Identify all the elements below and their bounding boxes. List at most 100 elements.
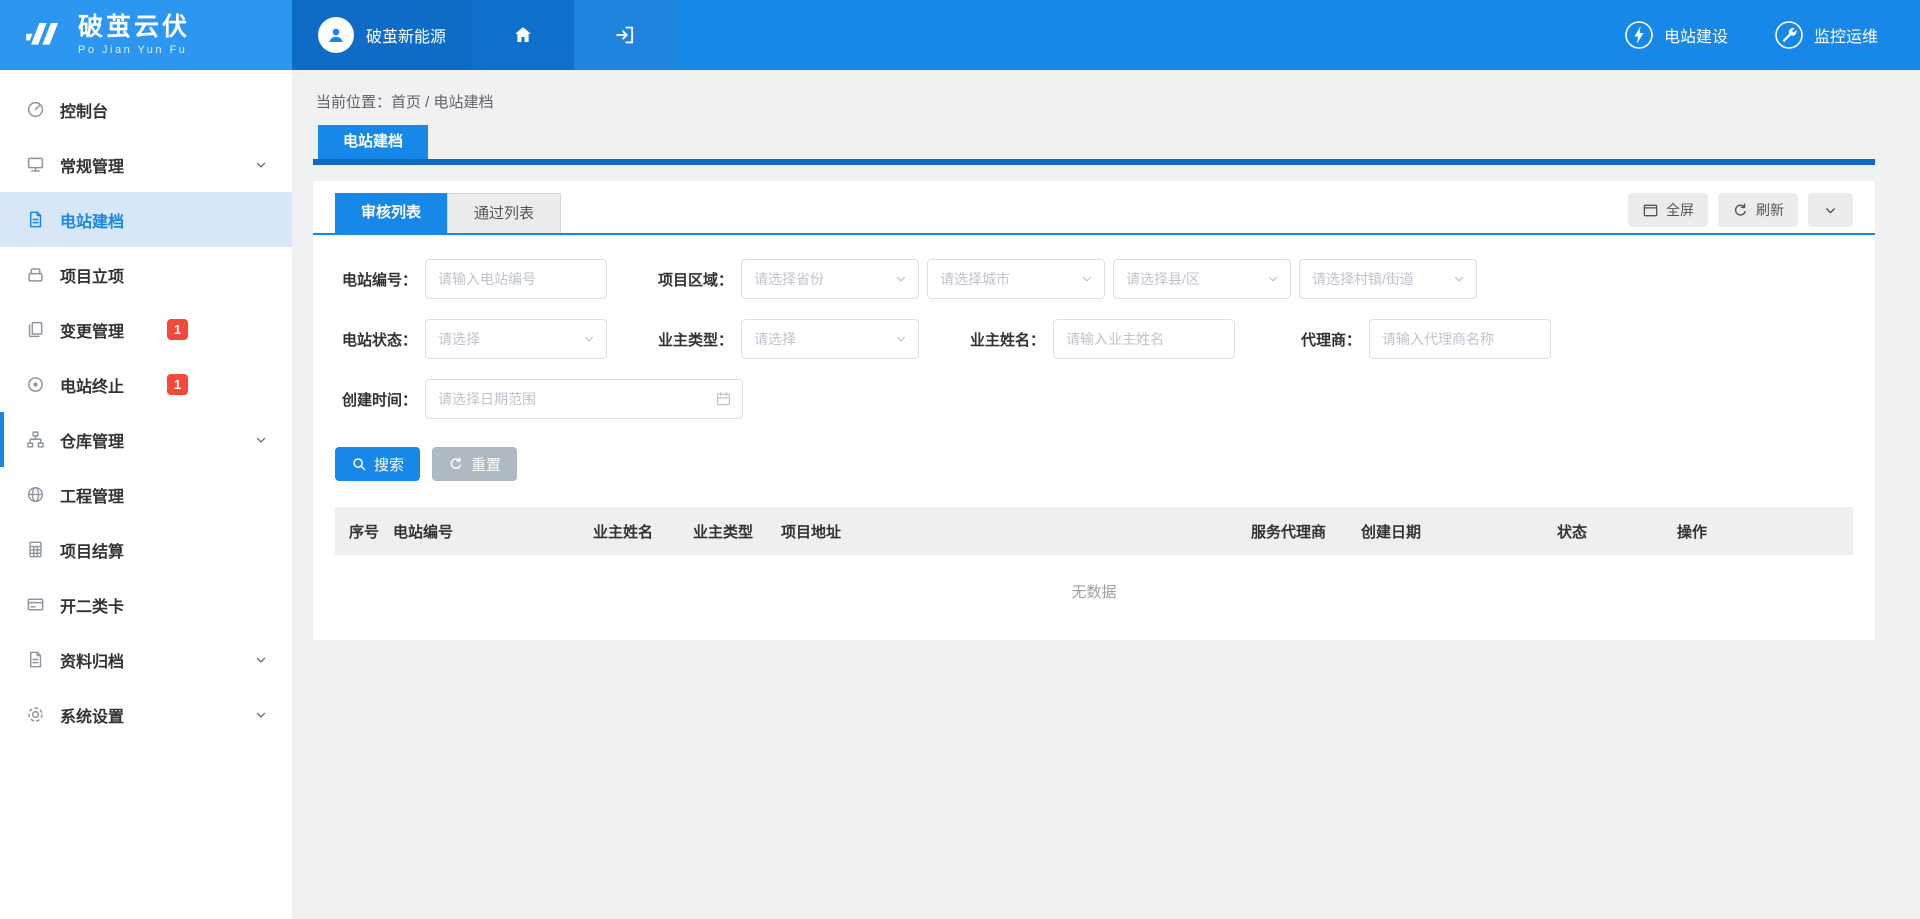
station-archive-panel: 审核列表 通过列表 全屏 刷新 — [313, 181, 1875, 640]
tab-review-list[interactable]: 审核列表 — [335, 193, 447, 233]
empty-state: 无数据 — [335, 555, 1853, 612]
globe-icon — [26, 485, 45, 504]
filter-agent: 代理商： — [1279, 319, 1551, 359]
nav-monitoring-ops[interactable]: 监控运维 — [1774, 20, 1878, 50]
sidebar-item-warehouse-management[interactable]: 仓库管理 — [0, 412, 292, 467]
logout-button[interactable] — [574, 0, 676, 70]
monitor-icon — [26, 155, 45, 174]
filter-actions: 搜索 重置 — [313, 439, 1875, 481]
badge: 1 — [167, 374, 188, 395]
breadcrumb-path[interactable]: 首页 / 电站建档 — [391, 94, 494, 111]
sidebar-item-engineering-management[interactable]: 工程管理 — [0, 467, 292, 522]
column-header-status: 状态 — [1545, 507, 1665, 555]
province-select[interactable]: 请选择省份 — [741, 259, 919, 299]
app-header: 破茧云伏 Po Jian Yun Fu 破茧新能源 — [0, 0, 1920, 70]
sidebar-item-change-management[interactable]: 变更管理 1 — [0, 302, 292, 357]
date-range-input[interactable] — [425, 379, 743, 419]
gear-icon — [26, 705, 45, 724]
calendar-icon — [715, 391, 732, 408]
sidebar-item-station-termination[interactable]: 电站终止 1 — [0, 357, 292, 412]
nav-station-construction[interactable]: 电站建设 — [1624, 20, 1728, 50]
sidebar-item-label: 资料归档 — [60, 648, 124, 672]
header-right-nav: 电站建设 监控运维 — [1624, 0, 1920, 70]
badge: 1 — [167, 319, 188, 340]
sidebar-item-label: 项目结算 — [60, 538, 124, 562]
column-header-owner-type: 业主类型 — [681, 507, 769, 555]
sidebar-item-label: 常规管理 — [60, 153, 124, 177]
nav-label: 监控运维 — [1814, 23, 1878, 47]
sidebar-item-label: 工程管理 — [60, 483, 124, 507]
target-icon — [26, 375, 45, 394]
column-header-owner-name: 业主姓名 — [581, 507, 681, 555]
collapse-panel-button[interactable] — [1808, 193, 1853, 227]
owner-name-input[interactable] — [1053, 319, 1235, 359]
chevron-down-icon — [254, 433, 268, 447]
station-no-label: 电站编号： — [335, 269, 417, 290]
sidebar-item-console[interactable]: 控制台 — [0, 82, 292, 137]
owner-type-select[interactable]: 请选择 — [741, 319, 919, 359]
home-button[interactable] — [472, 0, 574, 70]
sidebar-item-data-archive[interactable]: 资料归档 — [0, 632, 292, 687]
project-region-label: 项目区域： — [651, 269, 733, 290]
results-table: 序号 电站编号 业主姓名 业主类型 项目地址 服务代理商 创建日期 状态 操作 … — [313, 481, 1875, 612]
sidebar-item-general-management[interactable]: 常规管理 — [0, 137, 292, 192]
filter-owner-type: 业主类型： 请选择 — [651, 319, 919, 359]
county-placeholder: 请选择县/区 — [1126, 269, 1200, 289]
page-tab-station-archive[interactable]: 电站建档 — [318, 125, 428, 159]
sidebar-item-label: 仓库管理 — [60, 428, 124, 452]
app-logo: 破茧云伏 Po Jian Yun Fu — [0, 0, 292, 70]
logout-icon — [614, 24, 636, 46]
logo-text: 破茧云伏 Po Jian Yun Fu — [78, 14, 190, 55]
reset-label: 重置 — [471, 454, 501, 475]
sidebar-item-type2-card[interactable]: 开二类卡 — [0, 577, 292, 632]
village-select[interactable]: 请选择村镇/街道 — [1299, 259, 1477, 299]
sidebar-item-label: 开二类卡 — [60, 593, 124, 617]
copy-icon — [26, 320, 45, 339]
sidebar-item-label: 变更管理 — [60, 318, 124, 342]
station-status-label: 电站状态： — [335, 329, 417, 350]
sidebar-item-project-settlement[interactable]: 项目结算 — [0, 522, 292, 577]
sidebar-item-system-settings[interactable]: 系统设置 — [0, 687, 292, 742]
chevron-down-icon — [1080, 272, 1094, 286]
filter-project-region: 项目区域： 请选择省份 请选择城市 请选择县/区 请选择村镇/街道 — [651, 259, 1477, 299]
logo-title: 破茧云伏 — [78, 14, 190, 40]
page-tab-bar — [313, 159, 1875, 165]
chevron-down-icon — [582, 332, 596, 346]
village-placeholder: 请选择村镇/街道 — [1312, 269, 1414, 289]
date-range-picker[interactable] — [425, 379, 743, 419]
sidebar-item-label: 电站终止 — [60, 373, 124, 397]
user-icon — [326, 25, 346, 45]
chevron-down-icon — [894, 272, 908, 286]
tab-passed-list[interactable]: 通过列表 — [447, 193, 561, 233]
city-select[interactable]: 请选择城市 — [927, 259, 1105, 299]
agent-input[interactable] — [1369, 319, 1551, 359]
user-menu[interactable]: 破茧新能源 — [292, 0, 472, 70]
document-icon — [26, 650, 45, 669]
station-no-input[interactable] — [425, 259, 607, 299]
panel-tabs-row: 审核列表 通过列表 全屏 刷新 — [313, 181, 1875, 235]
table-header-row: 序号 电站编号 业主姓名 业主类型 项目地址 服务代理商 创建日期 状态 操作 — [335, 507, 1853, 555]
panel-toolbar: 全屏 刷新 — [1628, 193, 1853, 227]
reset-button[interactable]: 重置 — [432, 447, 517, 481]
refresh-button[interactable]: 刷新 — [1718, 193, 1798, 227]
owner-name-label: 业主姓名： — [963, 329, 1045, 350]
station-status-select[interactable]: 请选择 — [425, 319, 607, 359]
chevron-down-icon — [1266, 272, 1280, 286]
search-button[interactable]: 搜索 — [335, 447, 420, 481]
owner-type-label: 业主类型： — [651, 329, 733, 350]
county-select[interactable]: 请选择县/区 — [1113, 259, 1291, 299]
filter-form: 电站编号： 项目区域： 请选择省份 请选择城市 请选择县/区 — [313, 235, 1875, 419]
fullscreen-button[interactable]: 全屏 — [1628, 193, 1708, 227]
main-content: 当前位置：首页 / 电站建档 电站建档 审核列表 通过列表 全屏 刷新 — [292, 0, 1920, 919]
fullscreen-label: 全屏 — [1666, 200, 1694, 220]
archive-box-icon — [26, 265, 45, 284]
refresh-icon — [1732, 202, 1749, 219]
lightning-icon — [1624, 20, 1654, 50]
sidebar-item-station-archive[interactable]: 电站建档 — [0, 192, 292, 247]
sidebar-item-label: 电站建档 — [60, 208, 124, 232]
sidebar-item-project-initiation[interactable]: 项目立项 — [0, 247, 292, 302]
owner-type-placeholder: 请选择 — [754, 329, 796, 349]
column-header-service-agent: 服务代理商 — [1239, 507, 1349, 555]
province-placeholder: 请选择省份 — [754, 269, 824, 289]
dashboard-icon — [26, 100, 45, 119]
